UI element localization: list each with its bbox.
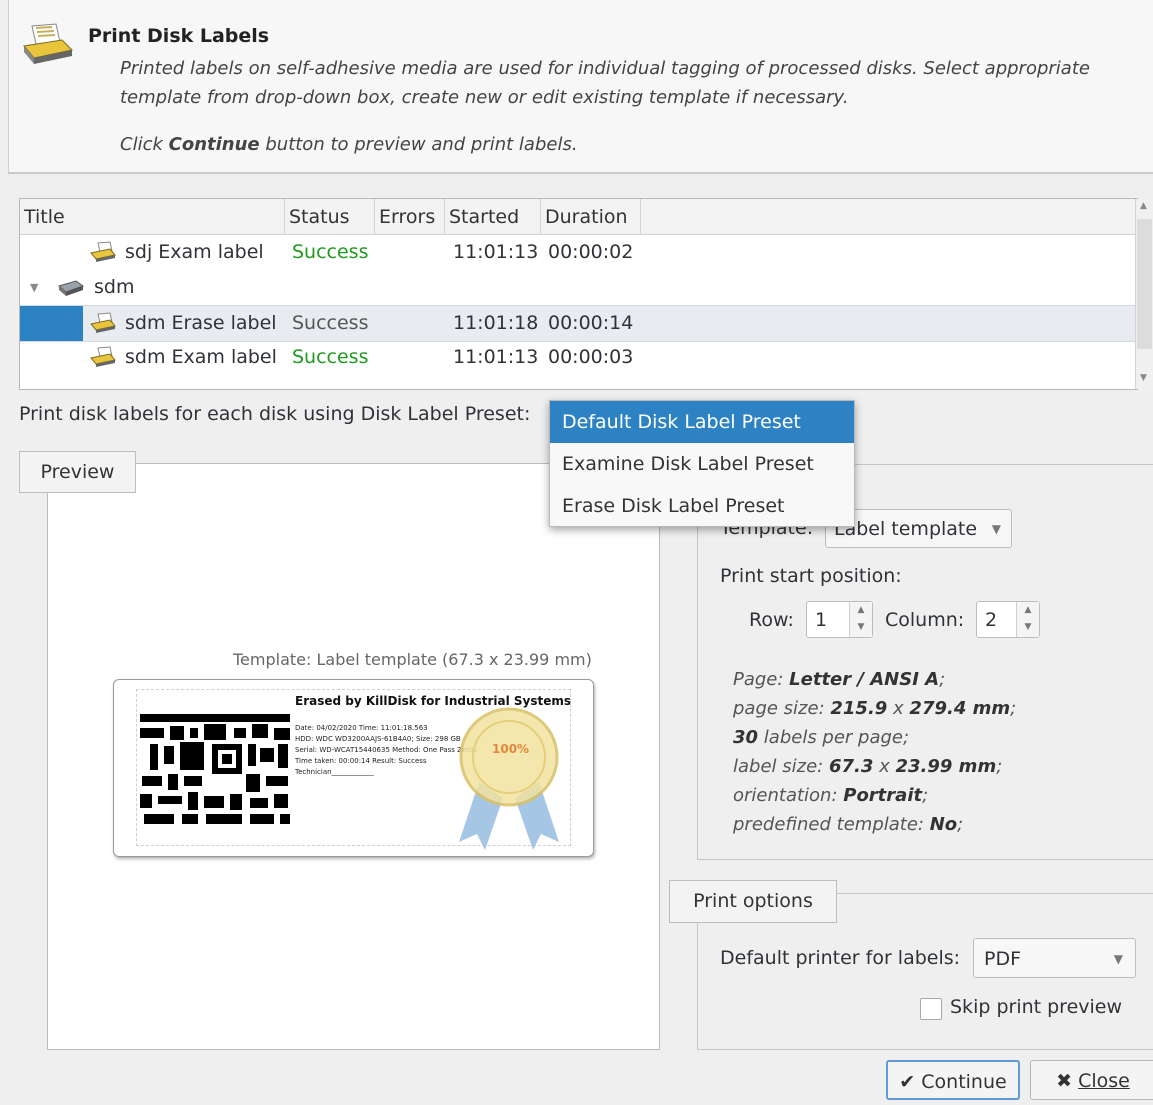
table-row-selected[interactable]: sdm Erase label Success 11:01:18 00:00:1… (20, 305, 1135, 342)
table-row[interactable]: sdj Exam label Success 11:01:13 00:00:02 (20, 235, 1135, 270)
preset-label: Print disk labels for each disk using Di… (19, 403, 531, 425)
row-duration: 00:00:03 (548, 346, 634, 368)
preview-tab[interactable]: Preview (19, 451, 136, 493)
row-duration: 00:00:02 (548, 241, 634, 263)
column-header-errors[interactable]: Errors (375, 199, 445, 234)
disk-icon (90, 312, 116, 339)
row-started: 11:01:13 (453, 241, 539, 263)
info-orientation: orientation: Portrait; (733, 785, 929, 806)
label-line-technician: Technician____________ (295, 768, 374, 776)
row-title: sdm (94, 276, 135, 298)
close-icon: ✖ (1056, 1070, 1073, 1092)
template-select-value: Label template (834, 518, 978, 540)
description-line-1: Printed labels on self-adhesive media ar… (120, 58, 1090, 79)
disk-icon (90, 346, 116, 373)
close-button[interactable]: ✖ Close (1030, 1060, 1153, 1100)
column-header-status[interactable]: Status (285, 199, 375, 234)
info-predefined: predefined template: No; (733, 814, 964, 835)
row-status: Success (292, 312, 369, 334)
preset-dropdown-menu[interactable]: Default Disk Label Preset Examine Disk L… (549, 400, 855, 527)
preset-option-default[interactable]: Default Disk Label Preset (550, 401, 854, 443)
seal-icon (449, 702, 569, 856)
printer-select-value: PDF (984, 948, 1022, 970)
disk-tasks-table[interactable]: Title Status Errors Started Duration sdj… (19, 198, 1153, 390)
label-line-date: Date: 04/02/2020 Time: 11:01:18.563 (295, 724, 428, 732)
table-header: Title Status Errors Started Duration (20, 199, 1137, 235)
skip-preview-checkbox[interactable] (920, 998, 942, 1020)
selection-indicator (20, 306, 83, 341)
spin-arrows-icon[interactable]: ▲ ▼ (1016, 602, 1039, 637)
seal-text: 100% (492, 742, 530, 756)
info-page-size: page size: 215.9 x 279.4 mm; (733, 698, 1017, 719)
row-duration: 00:00:14 (548, 312, 634, 334)
description-line-2: template from drop-down box, create new … (120, 87, 849, 108)
chevron-down-icon: ▼ (1113, 952, 1123, 966)
printer-select[interactable]: PDF ▼ (973, 938, 1136, 978)
info-label-size: label size: 67.3 x 23.99 mm; (733, 756, 1003, 777)
column-value: 2 (985, 609, 998, 631)
printer-label: Default printer for labels: (720, 947, 961, 969)
label-line-hdd: HDD: WDC WD3200AAJS-61B4A0; Size: 298 GB (295, 735, 461, 743)
disk-icon (90, 241, 116, 268)
print-options-tab[interactable]: Print options (669, 880, 837, 923)
table-scrollbar[interactable]: ▲ ▼ (1135, 199, 1153, 389)
preset-option-examine[interactable]: Examine Disk Label Preset (550, 443, 854, 485)
label-line-time: Time taken: 00:00:14 Result: Success (295, 757, 427, 765)
template-caption: Template: Label template (67.3 x 23.99 m… (233, 650, 592, 669)
column-header-started[interactable]: Started (445, 199, 541, 234)
row-status: Success (292, 241, 369, 263)
row-label: Row: (749, 609, 794, 631)
skip-preview-label[interactable]: Skip print preview (950, 996, 1122, 1018)
preset-option-erase[interactable]: Erase Disk Label Preset (550, 485, 854, 527)
scroll-down-icon[interactable]: ▼ (1140, 373, 1147, 383)
scrollbar-thumb[interactable] (1137, 219, 1152, 349)
continue-button[interactable]: ✔ Continue (886, 1060, 1020, 1100)
scroll-up-icon[interactable]: ▲ (1140, 201, 1147, 211)
info-page: Page: Letter / ANSI A; (733, 669, 946, 690)
row-value: 1 (815, 609, 828, 631)
check-icon: ✔ (899, 1071, 916, 1093)
expand-arrow-icon[interactable]: ▼ (30, 270, 38, 305)
chevron-down-icon: ▼ (991, 522, 1001, 536)
spin-arrows-icon[interactable]: ▲ ▼ (849, 602, 872, 637)
drive-icon (57, 277, 85, 302)
page-title: Print Disk Labels (88, 25, 270, 47)
label-preview: Erased by KillDisk for Industrial System… (113, 679, 594, 857)
start-position-label: Print start position: (720, 565, 902, 587)
row-status: Success (292, 346, 369, 368)
info-labels-per-page: 30 labels per page; (733, 727, 910, 748)
column-spinbox[interactable]: 2 ▲ ▼ (976, 601, 1040, 638)
row-started: 11:01:13 (453, 346, 539, 368)
barcode-image (140, 714, 290, 828)
table-row-group[interactable]: ▼ sdm (20, 270, 1135, 305)
printer-icon (22, 22, 74, 68)
row-spinbox[interactable]: 1 ▲ ▼ (806, 601, 873, 638)
column-label: Column: (885, 609, 965, 631)
table-row[interactable]: sdm Exam label Success 11:01:13 00:00:03 (20, 340, 1135, 375)
continue-hint: Click Continue button to preview and pri… (120, 134, 578, 155)
row-started: 11:01:18 (453, 312, 539, 334)
row-title: sdm Exam label (125, 346, 277, 368)
row-title: sdm Erase label (125, 312, 277, 334)
column-header-duration[interactable]: Duration (541, 199, 641, 234)
column-header-title[interactable]: Title (20, 199, 285, 234)
row-title: sdj Exam label (125, 241, 264, 263)
